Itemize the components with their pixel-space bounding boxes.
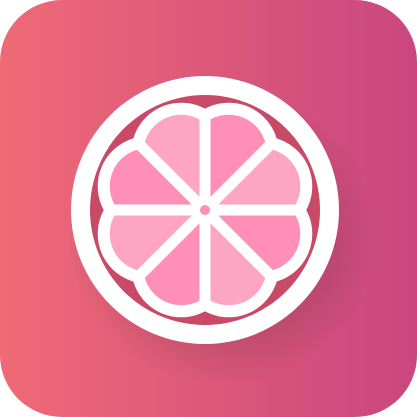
center-dot-core bbox=[200, 205, 210, 215]
app-icon-stage bbox=[0, 0, 417, 417]
app-icon[interactable] bbox=[0, 0, 417, 417]
